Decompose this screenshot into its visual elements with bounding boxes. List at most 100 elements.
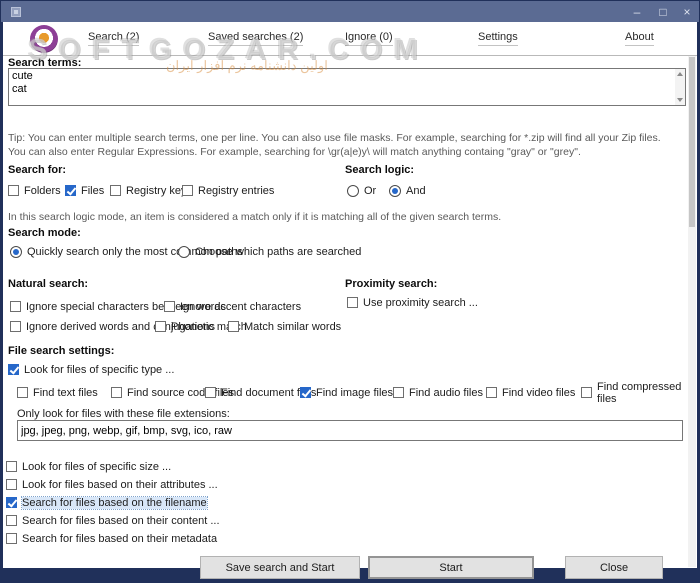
checkbox-icon [6, 533, 17, 544]
radio-label: And [406, 185, 426, 197]
vertical-scrollbar[interactable] [688, 56, 696, 567]
scrollbar-thumb[interactable] [689, 57, 695, 227]
checkbox-metadata[interactable]: Search for files based on their metadata [6, 532, 217, 545]
radio-icon [178, 246, 190, 258]
checkbox-label: Search for files based on their content … [22, 515, 220, 527]
checkbox-icon [6, 515, 17, 526]
checkbox-checked-icon [65, 185, 76, 196]
checkbox-icon [111, 387, 122, 398]
file-search-settings-heading: File search settings: [8, 345, 114, 357]
checkbox-icon [205, 387, 216, 398]
search-logic-heading: Search logic: [345, 164, 414, 176]
search-form: Search terms: cute cat Tip: You can ente… [3, 55, 697, 568]
extensions-input[interactable] [17, 420, 683, 441]
save-search-and-start-button[interactable]: Save search and Start [200, 556, 360, 579]
checkbox-files[interactable]: Files [65, 184, 104, 197]
radio-mode-choose[interactable]: Choose which paths are searched [178, 245, 361, 258]
search-logic-note: In this search logic mode, an item is co… [8, 211, 501, 223]
checkbox-folders[interactable]: Folders [8, 184, 61, 197]
tab-saved-searches[interactable]: Saved searches (2) [208, 31, 303, 46]
search-mode-heading: Search mode: [8, 227, 81, 239]
checkbox-registry-keys[interactable]: Registry keys [110, 184, 192, 197]
close-window-button[interactable]: × [677, 1, 697, 22]
checkbox-label: Find text files [33, 387, 98, 399]
checkbox-icon [347, 297, 358, 308]
checkbox-checked-icon [300, 387, 311, 398]
checkbox-icon [10, 321, 21, 332]
minimize-button[interactable]: – [627, 1, 647, 22]
checkbox-icon [6, 479, 17, 490]
checkbox-label: Look for files of specific size ... [22, 461, 171, 473]
checkbox-find-text-files[interactable]: Find text files [17, 386, 98, 399]
radio-selected-icon [389, 185, 401, 197]
checkbox-label: Registry entries [198, 185, 274, 197]
checkbox-specific-size[interactable]: Look for files of specific size ... [6, 460, 171, 473]
tip-regex: You can also enter Regular Expressions. … [8, 146, 581, 158]
app-menu-icon[interactable] [11, 7, 21, 17]
checkbox-icon [228, 321, 239, 332]
checkbox-label: Find image files [316, 387, 393, 399]
checkbox-label: Find audio files [409, 387, 483, 399]
checkbox-label: Look for files of specific type ... [24, 364, 174, 376]
checkbox-content[interactable]: Search for files based on their content … [6, 514, 220, 527]
title-bar: – □ × [1, 1, 699, 22]
checkbox-ignore-accent-chars[interactable]: Ignore accent characters [164, 300, 301, 313]
main-panel: Search (2) Saved searches (2) Ignore (0)… [3, 22, 697, 568]
checkbox-label: Ignore accent characters [180, 301, 301, 313]
checkbox-label: Folders [24, 185, 61, 197]
scroll-down-icon[interactable] [677, 98, 683, 102]
checkbox-match-similar-words[interactable]: Match similar words [228, 320, 341, 333]
checkbox-registry-entries[interactable]: Registry entries [182, 184, 274, 197]
checkbox-icon [581, 387, 592, 398]
checkbox-use-proximity-search[interactable]: Use proximity search ... [347, 296, 478, 309]
checkbox-label: Search for files based on the filename [22, 497, 207, 509]
app-logo-icon [30, 25, 58, 53]
radio-selected-icon [10, 246, 22, 258]
checkbox-icon [155, 321, 166, 332]
radio-label: Or [364, 185, 376, 197]
checkbox-find-video-files[interactable]: Find video files [486, 386, 575, 399]
search-terms-input[interactable]: cute cat [8, 68, 686, 106]
natural-search-heading: Natural search: [8, 278, 88, 290]
proximity-search-heading: Proximity search: [345, 278, 437, 290]
checkbox-label: Find compressed files [597, 381, 697, 405]
checkbox-find-audio-files[interactable]: Find audio files [393, 386, 483, 399]
extensions-label: Only look for files with these file exte… [17, 408, 230, 420]
checkbox-label: Look for files based on their attributes… [22, 479, 218, 491]
checkbox-checked-icon [8, 364, 19, 375]
checkbox-label: Files [81, 185, 104, 197]
tab-ignore[interactable]: Ignore (0) [345, 31, 393, 46]
radio-logic-and[interactable]: And [389, 184, 426, 197]
checkbox-attributes[interactable]: Look for files based on their attributes… [6, 478, 218, 491]
checkbox-label: Match similar words [244, 321, 341, 333]
checkbox-icon [10, 301, 21, 312]
checkbox-specific-type[interactable]: Look for files of specific type ... [8, 363, 174, 376]
checkbox-label: Search for files based on their metadata [22, 533, 217, 545]
tip-file-masks: Tip: You can enter multiple search terms… [8, 132, 661, 144]
start-button[interactable]: Start [368, 556, 534, 579]
radio-logic-or[interactable]: Or [347, 184, 376, 197]
checkbox-icon [6, 461, 17, 472]
tab-settings[interactable]: Settings [478, 31, 518, 46]
checkbox-find-compressed-files[interactable]: Find compressed files [581, 386, 697, 399]
checkbox-filename[interactable]: Search for files based on the filename [6, 496, 207, 509]
close-button[interactable]: Close [565, 556, 663, 579]
checkbox-icon [393, 387, 404, 398]
maximize-button[interactable]: □ [653, 1, 673, 22]
checkbox-label: Find video files [502, 387, 575, 399]
textarea-scrollbar[interactable] [675, 69, 685, 105]
checkbox-icon [110, 185, 121, 196]
checkbox-icon [17, 387, 28, 398]
checkbox-icon [182, 185, 193, 196]
checkbox-icon [164, 301, 175, 312]
checkbox-label: Use proximity search ... [363, 297, 478, 309]
radio-icon [347, 185, 359, 197]
scroll-up-icon[interactable] [677, 72, 683, 76]
tab-search[interactable]: Search (2) [88, 31, 139, 46]
checkbox-icon [486, 387, 497, 398]
tab-about[interactable]: About [625, 31, 654, 46]
checkbox-find-image-files[interactable]: Find image files [300, 386, 393, 399]
checkbox-checked-icon [6, 497, 17, 508]
app-window: – □ × Search (2) Saved searches (2) Igno… [0, 0, 700, 583]
radio-label: Choose which paths are searched [195, 246, 361, 258]
